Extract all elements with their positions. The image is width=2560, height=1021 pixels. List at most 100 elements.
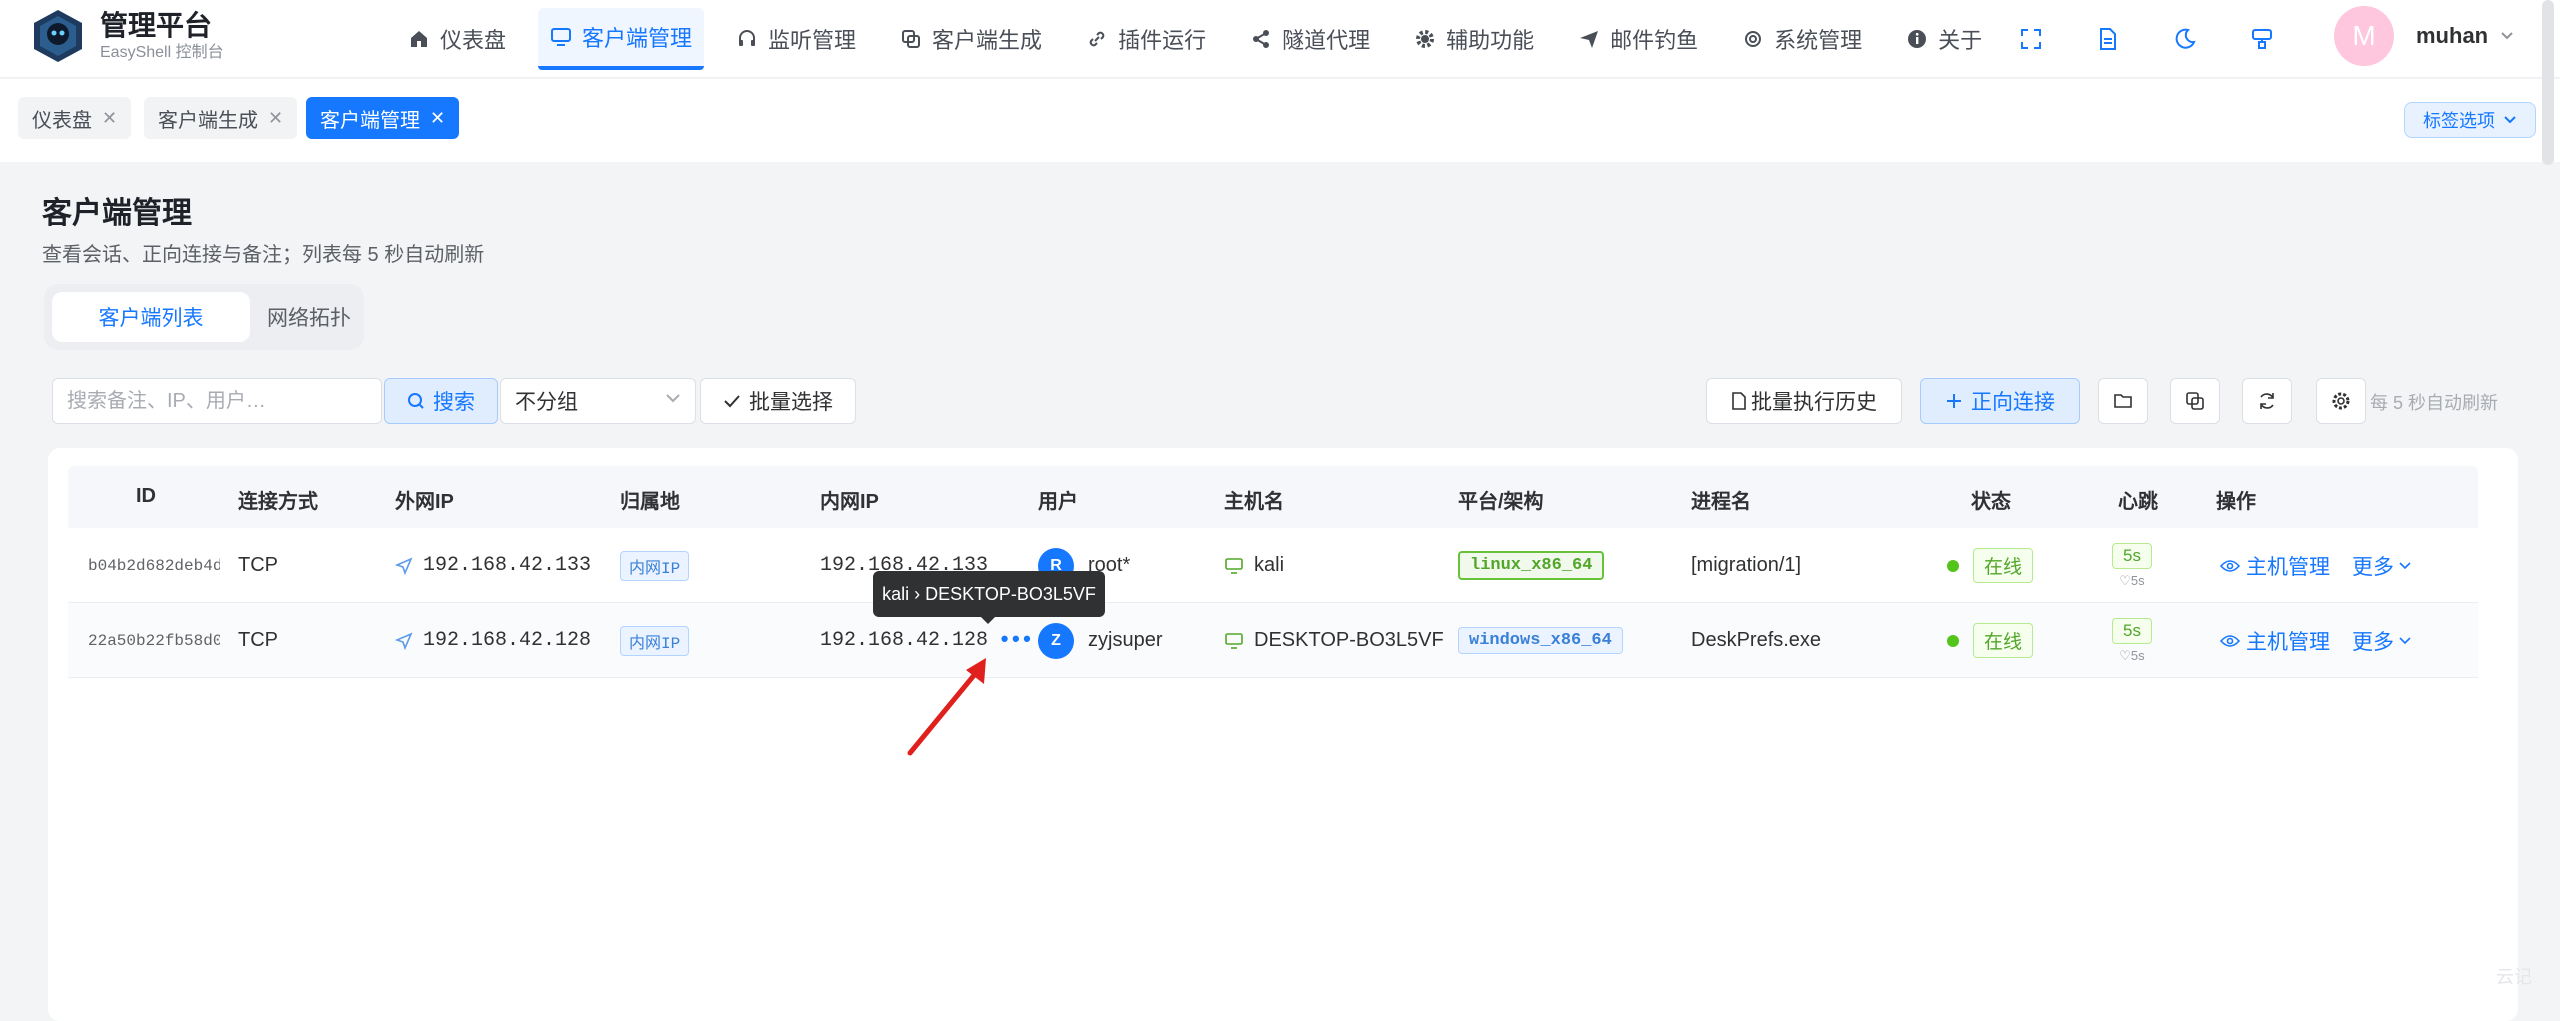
col-platform[interactable]: 平台/架构	[1458, 485, 1544, 514]
tag-options-label: 标签选项	[2423, 111, 2495, 131]
nav-label: 监听管理	[768, 28, 857, 53]
close-icon[interactable]: ✕	[102, 108, 117, 129]
host-manage-label: 主机管理	[2246, 630, 2330, 654]
col-actions[interactable]: 操作	[2216, 485, 2256, 514]
status-badge: 在线	[1973, 623, 2034, 658]
plus-icon	[1945, 392, 1963, 410]
user-text: zyjsuper	[1088, 629, 1163, 651]
cell-actions: 主机管理 更多	[2220, 603, 2412, 678]
page-scrollbar[interactable]	[2542, 0, 2554, 165]
close-icon[interactable]: ✕	[430, 108, 445, 129]
nav-client-management[interactable]: 客户端管理	[538, 8, 705, 70]
location-tag: 内网IP	[620, 625, 690, 656]
info-icon	[1906, 28, 1928, 50]
host-manage-link[interactable]: 主机管理	[2220, 551, 2330, 581]
tab-network-topology[interactable]: 网络拓扑	[262, 292, 356, 342]
heartbeat-sub: ♡5s	[2119, 572, 2145, 588]
refresh-icon	[2260, 393, 2274, 409]
nav-listener-management[interactable]: 监听管理	[724, 8, 868, 70]
page-subtitle: 查看会话、正向连接与备注；列表每 5 秒自动刷新	[42, 244, 485, 266]
chevron-down-icon	[2501, 32, 2513, 40]
tooltip-arrow	[980, 616, 996, 624]
table-row[interactable]: 22a50b22fb58d0a TCP 192.168.42.128 内网IP …	[68, 603, 2478, 678]
link-icon	[1086, 28, 1108, 50]
copy-icon	[900, 28, 922, 50]
batch-select-label: 批量选择	[749, 391, 833, 414]
group-select-value: 不分组	[515, 391, 578, 414]
cell-conn: TCP	[238, 629, 278, 651]
monitor-icon	[550, 26, 572, 48]
col-id[interactable]: ID	[136, 485, 156, 508]
more-dropdown[interactable]: 更多	[2352, 626, 2412, 656]
gear-icon	[2332, 392, 2350, 410]
send-icon	[1578, 28, 1600, 50]
col-location[interactable]: 归属地	[620, 485, 680, 514]
forward-connect-button[interactable]: 正向连接	[1920, 378, 2080, 424]
route-tooltip: kali › DESKTOP-BO3L5VF	[873, 571, 1105, 617]
gear-icon	[1414, 28, 1436, 50]
main-nav: 仪表盘 客户端管理 监听管理 客户端生成 插件运行 隧道代理 辅助功能 邮件钓鱼…	[396, 0, 2014, 78]
user-menu[interactable]: M muhan	[2334, 6, 2514, 66]
page-tab-client-generate[interactable]: 客户端生成 ✕	[144, 97, 298, 139]
settings-button[interactable]	[2316, 378, 2366, 424]
fullscreen-icon[interactable]	[2010, 18, 2052, 60]
more-label: 更多	[2352, 555, 2394, 579]
page-tab-client-management[interactable]: 客户端管理 ✕	[306, 97, 460, 139]
document-icon[interactable]	[2087, 18, 2129, 60]
cell-status: 在线	[1947, 603, 2034, 678]
more-label: 更多	[2352, 630, 2394, 654]
nav-dashboard[interactable]: 仪表盘	[396, 8, 518, 70]
col-private-ip[interactable]: 内网IP	[820, 485, 879, 514]
col-heartbeat[interactable]: 心跳	[2118, 485, 2158, 514]
nav-label: 仪表盘	[440, 28, 507, 53]
brand[interactable]: 管理平台 EasyShell 控制台	[32, 8, 224, 64]
nav-system-management[interactable]: 系统管理	[1730, 8, 1874, 70]
view-segment: 客户端列表 网络拓扑	[44, 284, 364, 350]
tag-options-button[interactable]: 标签选项	[2404, 102, 2536, 138]
nav-auxiliary[interactable]: 辅助功能	[1402, 8, 1546, 70]
nav-email-phishing[interactable]: 邮件钓鱼	[1566, 8, 1710, 70]
paint-icon[interactable]	[2241, 18, 2283, 60]
search-input[interactable]	[52, 378, 382, 424]
folder-button[interactable]	[2098, 378, 2148, 424]
col-host[interactable]: 主机名	[1224, 485, 1284, 514]
eye-icon	[2220, 559, 2240, 573]
col-user[interactable]: 用户	[1038, 485, 1078, 514]
batch-select-button[interactable]: 批量选择	[700, 378, 856, 424]
tab-client-list[interactable]: 客户端列表	[52, 292, 250, 342]
copy-icon	[2186, 392, 2204, 410]
nav-label: 关于	[1938, 28, 1983, 53]
col-conn[interactable]: 连接方式	[238, 485, 318, 514]
cell-platform: linux_x86_64	[1458, 528, 1605, 603]
col-public-ip[interactable]: 外网IP	[395, 485, 454, 514]
page-tab-dashboard[interactable]: 仪表盘 ✕	[18, 97, 132, 139]
col-process[interactable]: 进程名	[1691, 485, 1751, 514]
nav-about[interactable]: 关于	[1894, 8, 1994, 70]
group-select[interactable]: 不分组	[500, 378, 696, 424]
cell-process: [migration/1]	[1691, 554, 1802, 576]
copy-button[interactable]	[2170, 378, 2220, 424]
platform-tag: windows_x86_64	[1458, 627, 1623, 654]
page-tabs-bar: 仪表盘 ✕ 客户端生成 ✕ 客户端管理 ✕	[0, 79, 2560, 162]
close-icon[interactable]: ✕	[268, 108, 283, 129]
search-button[interactable]: 搜索	[384, 378, 498, 424]
table-row[interactable]: b04b2d682deb4d2 TCP 192.168.42.133 内网IP …	[68, 528, 2478, 603]
dark-mode-icon[interactable]	[2164, 18, 2206, 60]
col-status[interactable]: 状态	[1971, 485, 2011, 514]
heartbeat-badge: 5s	[2112, 542, 2152, 569]
host-manage-link[interactable]: 主机管理	[2220, 626, 2330, 656]
heartbeat-badge: 5s	[2112, 617, 2152, 644]
folder-icon	[2114, 394, 2132, 408]
nav-plugin-run[interactable]: 插件运行	[1074, 8, 1218, 70]
monitor-icon	[1225, 557, 1243, 574]
more-dropdown[interactable]: 更多	[2352, 551, 2412, 581]
nav-label: 插件运行	[1118, 28, 1207, 53]
route-more-icon[interactable]: •••	[998, 628, 1034, 653]
batch-history-button[interactable]: 批量执行历史	[1706, 378, 1902, 424]
status-badge: 在线	[1973, 548, 2034, 583]
location-arrow-icon	[395, 556, 413, 575]
nav-tunnel-proxy[interactable]: 隧道代理	[1238, 8, 1382, 70]
cell-public-ip: 192.168.42.133	[395, 528, 591, 603]
nav-client-generate[interactable]: 客户端生成	[888, 8, 1054, 70]
refresh-button[interactable]	[2242, 378, 2292, 424]
